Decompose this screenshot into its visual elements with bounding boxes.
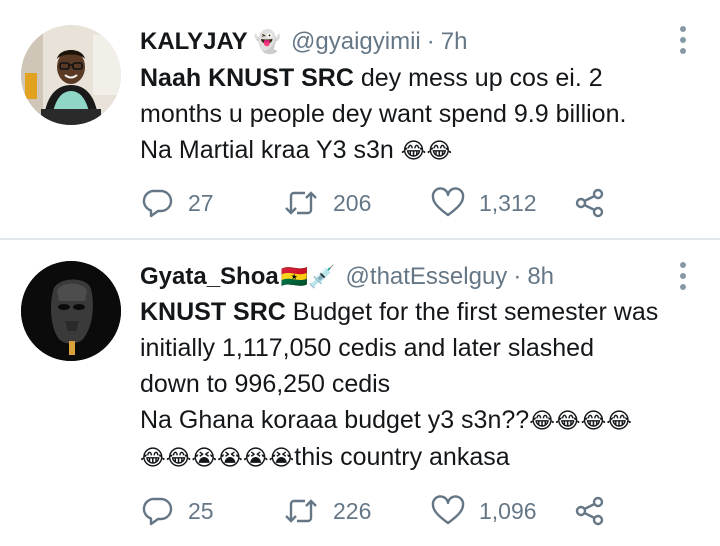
tweet-header: KALYJAY 👻 @gyaigyimii · 7h — [140, 25, 467, 59]
tweet-line: Na Ghana koraaa budget y3 s3n??😂😂😂😂 — [140, 406, 633, 434]
separator: · — [513, 263, 522, 290]
retweet-button[interactable]: 206 — [283, 185, 371, 221]
avatar[interactable] — [21, 261, 121, 361]
like-count: 1,312 — [479, 189, 537, 216]
share-icon — [575, 188, 604, 218]
tweet[interactable]: Gyata_Shoa 🇬🇭💉 @thatEsselguy · 8h KNUST … — [0, 240, 720, 546]
reply-count: 27 — [188, 189, 214, 216]
tweet-line: initially 1,117,050 cedis and later slas… — [140, 334, 594, 362]
share-button[interactable] — [574, 185, 606, 221]
reply-button[interactable]: 27 — [142, 185, 214, 221]
reply-icon — [142, 497, 173, 526]
tweet-line: months u people dey want spend 9.9 billi… — [140, 100, 627, 128]
share-button[interactable] — [574, 493, 606, 529]
tweet-line: Na Martial kraa Y3 s3n 😂😂 — [140, 136, 453, 164]
name-emoji: 🇬🇭💉 — [280, 264, 336, 289]
emoji: 😂😂😂😂 — [529, 408, 633, 433]
avatar[interactable] — [21, 25, 121, 125]
reply-count: 25 — [188, 497, 214, 524]
tweet-header: Gyata_Shoa 🇬🇭💉 @thatEsselguy · 8h — [140, 260, 554, 294]
reply-button[interactable]: 25 — [142, 493, 214, 529]
retweet-button[interactable]: 226 — [283, 493, 371, 529]
tweet-text: Naah KNUST SRC dey mess up cos ei. 2 mon… — [140, 60, 710, 169]
retweet-count: 226 — [333, 497, 372, 524]
heart-icon — [431, 187, 465, 217]
user-handle[interactable]: @thatEsselguy — [346, 263, 508, 291]
timestamp[interactable]: 8h — [527, 263, 554, 291]
tweet-line: Naah KNUST SRC dey mess up cos ei. 2 — [140, 64, 603, 92]
tweet-actions: 27 206 1,312 — [140, 185, 620, 221]
like-button[interactable]: 1,312 — [431, 185, 537, 221]
tweet-line: 😂😂😭😭😭😭this country ankasa — [140, 443, 510, 471]
tweet-text: KNUST SRC Budget for the first semester … — [140, 294, 710, 476]
name-emoji: 👻 — [253, 29, 282, 54]
more-vertical-icon[interactable] — [677, 262, 689, 290]
more-vertical-icon[interactable] — [677, 26, 689, 54]
heart-icon — [431, 495, 465, 525]
display-name[interactable]: Gyata_Shoa — [140, 263, 279, 291]
retweet-icon — [285, 499, 317, 523]
timestamp[interactable]: 7h — [441, 28, 468, 56]
emoji: 😂😂 — [400, 138, 453, 163]
like-count: 1,096 — [479, 497, 537, 524]
tweet-line: KNUST SRC Budget for the first semester … — [140, 298, 659, 326]
share-icon — [575, 496, 604, 526]
tweet[interactable]: KALYJAY 👻 @gyaigyimii · 7h Naah KNUST SR… — [0, 0, 720, 240]
separator: · — [426, 28, 435, 55]
user-handle[interactable]: @gyaigyimii — [291, 28, 421, 56]
emoji: 😂😂😭😭😭😭 — [140, 445, 295, 470]
tweet-actions: 25 226 1,096 — [140, 493, 620, 529]
reply-icon — [142, 189, 173, 218]
display-name[interactable]: KALYJAY — [140, 28, 248, 56]
retweet-icon — [285, 191, 317, 215]
like-button[interactable]: 1,096 — [431, 493, 537, 529]
tweet-line: down to 996,250 cedis — [140, 370, 391, 398]
retweet-count: 206 — [333, 189, 372, 216]
